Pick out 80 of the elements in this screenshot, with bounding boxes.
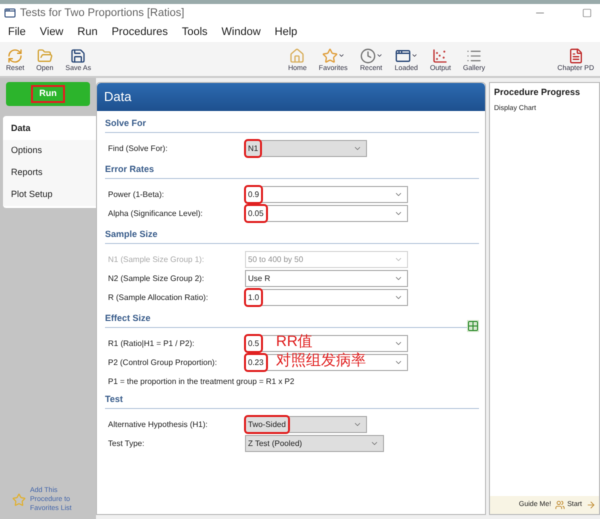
menu-item[interactable]: Run <box>77 24 98 40</box>
caret-icon <box>394 209 403 218</box>
annotation-text: RR值 <box>276 332 313 352</box>
caret-icon <box>394 293 403 302</box>
dropdown-field[interactable]: Two-Sided <box>245 416 367 433</box>
field-value: Z Test (Pooled) <box>247 438 304 450</box>
section-title: Solve For <box>105 117 146 130</box>
folder-icon <box>36 48 53 64</box>
menu-item[interactable]: Tools <box>182 24 208 40</box>
field-label: N1 (Sample Size Group 1): <box>108 254 206 266</box>
caret-icon <box>410 52 418 59</box>
dropdown-field[interactable]: 0.23 对照组发病率 <box>245 354 408 371</box>
dropdown-field[interactable]: Use R <box>245 270 408 287</box>
field-label: Power (1-Beta): <box>108 188 166 200</box>
field-value: N1 <box>246 141 260 156</box>
dropdown-field[interactable]: 0.5 RR值 <box>245 335 408 352</box>
footer-button[interactable] <box>586 500 596 510</box>
section-title: Effect Size <box>105 312 151 326</box>
grid-icon[interactable] <box>467 320 479 332</box>
pdf-file-icon <box>568 48 584 64</box>
nav-tab[interactable]: Reports <box>3 162 96 184</box>
note-text: P1 = the proportion in the treatment group = R1 x P2 <box>107 376 296 388</box>
nav-tab[interactable]: Options <box>3 140 96 162</box>
caret-icon <box>376 52 383 59</box>
dropdown-field[interactable]: 0.9 <box>245 186 408 203</box>
home-icon <box>289 48 306 64</box>
section-title: Error Rates <box>105 163 154 176</box>
field-label: Alternative Hypothesis (H1): <box>108 418 209 430</box>
panel-title: Data <box>104 88 132 106</box>
field-label: Find (Solve For): <box>108 142 169 154</box>
field-label: Test Type: <box>108 438 146 450</box>
clock-icon <box>360 48 376 64</box>
caret-icon <box>394 190 403 199</box>
caret-icon <box>394 274 403 283</box>
dropdown-field[interactable]: 1.0 <box>245 289 408 306</box>
field-value: 0.23 <box>246 355 266 370</box>
dropdown-field[interactable]: N1 <box>245 140 367 157</box>
list-icon <box>466 48 482 64</box>
field-value: 0.05 <box>246 206 266 221</box>
dropdown-field[interactable]: Z Test (Pooled) <box>245 435 384 452</box>
star-icon <box>12 492 26 506</box>
annotation-text: 对照组发病率 <box>276 351 366 371</box>
caret-icon <box>353 144 362 153</box>
save-icon <box>70 48 86 64</box>
field-label: P2 (Control Group Proportion): <box>108 356 218 368</box>
caret-icon <box>353 420 362 429</box>
progress-title: Procedure Progress <box>494 86 582 99</box>
menu-item[interactable]: File <box>8 24 26 40</box>
field-label: R1 (Ratio|H1 = P1 / P2): <box>108 338 196 350</box>
star-icon <box>322 48 338 64</box>
window-icon <box>394 48 411 64</box>
menu-item[interactable]: Window <box>222 24 261 40</box>
caret-icon <box>370 439 379 448</box>
caret-icon <box>394 255 403 264</box>
app-icon <box>4 7 16 19</box>
menu-item[interactable]: Help <box>274 24 298 40</box>
people-icon <box>555 500 566 510</box>
field-label: R (Sample Allocation Ratio): <box>108 292 210 304</box>
section-title: Sample Size <box>105 228 158 242</box>
window-title: Tests for Two Proportions [Ratios] <box>20 6 184 21</box>
maximize-icon[interactable] <box>582 8 592 18</box>
refresh-icon <box>7 48 24 64</box>
menu-item[interactable]: View <box>40 24 64 40</box>
field-value: 50 to 400 by 50 <box>247 254 304 266</box>
field-label: N2 (Sample Size Group 2): <box>108 272 206 284</box>
field-value: 0.9 <box>246 187 262 202</box>
caret-icon <box>338 52 345 59</box>
scatter-chart-icon <box>432 48 448 64</box>
field-value: Two-Sided <box>246 417 288 432</box>
field-label: Alpha (Significance Level): <box>108 208 204 220</box>
nav-tab[interactable]: Plot Setup <box>3 184 96 206</box>
dropdown-field[interactable]: 0.05 <box>245 205 408 222</box>
field-value: Use R <box>247 272 272 284</box>
field-value: 1.0 <box>246 290 262 305</box>
menu-item[interactable]: Procedures <box>112 24 168 40</box>
caret-icon <box>394 358 403 367</box>
caret-icon <box>394 339 403 348</box>
arrow-icon <box>586 500 596 510</box>
section-title: Test <box>105 393 123 406</box>
field-value: 0.5 <box>246 336 262 351</box>
